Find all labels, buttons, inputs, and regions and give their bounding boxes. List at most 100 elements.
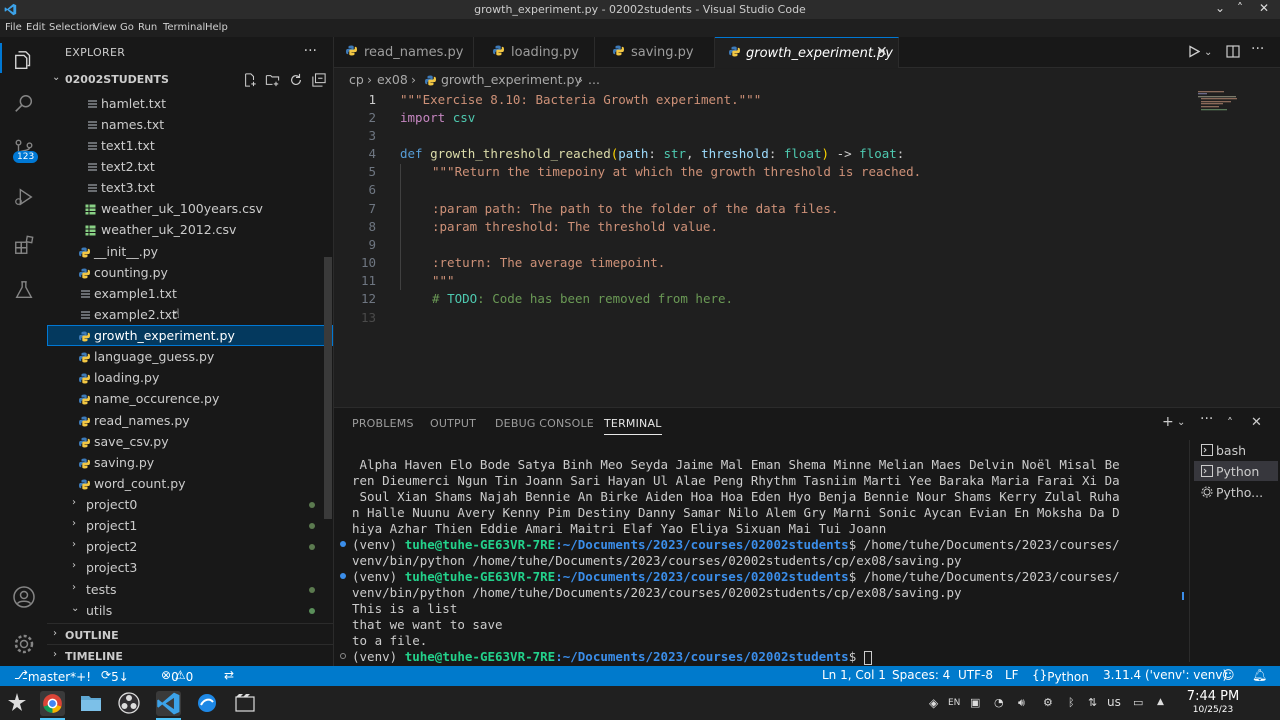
terminal-dropdown-icon[interactable]: ⌄ [1177,417,1185,428]
python-interpreter[interactable]: 3.11.4 ('venv': venv) [1103,668,1227,682]
tab-growth-experiment[interactable]: growth_experiment.py ✕ [715,37,899,68]
notifications-bell-icon[interactable]: 🔔︎ [1252,668,1267,682]
more-actions-icon[interactable]: ··· [304,43,317,59]
tree-file[interactable]: example2.txt ☝ [47,304,333,325]
menu-edit[interactable]: Edit [26,22,45,33]
tab-saving[interactable]: saving.py [595,37,715,68]
tab-read-names[interactable]: read_names.py [334,37,474,68]
breadcrumb-file[interactable]: growth_experiment.py [441,72,582,87]
terminal-python-debug[interactable]: Pytho... [1194,482,1278,502]
git-branch[interactable]: ⎇ master*+! [14,668,91,684]
minimap[interactable] [1198,91,1268,111]
tree-file[interactable]: __init__.py [47,241,333,262]
run-file-icon[interactable] [1188,45,1201,62]
tree-file[interactable]: weather_uk_2012.csv [47,219,333,240]
keyboard-layout[interactable]: us [1107,695,1121,709]
tree-folder-project0[interactable]: › project0 [47,494,333,515]
new-folder-icon[interactable] [265,73,280,91]
tree-file[interactable]: names.txt [47,114,333,135]
encoding[interactable]: UTF-8 [958,668,993,682]
tray-app-icon[interactable]: ◔ [994,696,1004,709]
run-dropdown-icon[interactable]: ⌄ [1204,47,1212,58]
volume-icon[interactable]: 🔊︎ [1018,696,1025,710]
tree-file[interactable]: read_names.py [47,410,333,431]
tree-file[interactable]: saving.py [47,452,333,473]
tree-file[interactable]: example1.txt [47,283,333,304]
tab-loading[interactable]: loading.py [474,37,595,68]
browser-icon[interactable] [195,691,220,716]
settings-gear-icon[interactable] [11,631,36,656]
tree-file-selected[interactable]: growth_experiment.py [47,325,333,346]
collapse-all-icon[interactable] [312,73,326,91]
clock[interactable]: 7:44 PM 10/25/23 [1178,689,1248,715]
chrome-icon[interactable] [40,691,65,716]
indentation[interactable]: Spaces: 4 [892,668,950,682]
breadcrumb-more[interactable]: ... [588,72,600,87]
search-icon[interactable] [11,91,36,116]
git-sync[interactable]: ⟳ 5↓ 1↑ [101,668,129,698]
tree-folder-project2[interactable]: › project2 [47,536,333,557]
timeline-section[interactable]: › TIMELINE [47,644,333,665]
tree-file[interactable]: name_occurence.py [47,388,333,409]
live-share-icon[interactable]: ⇄ [224,668,234,682]
terminal-bash[interactable]: bash [1194,440,1278,460]
obs-icon[interactable] [117,691,142,716]
explorer-icon[interactable] [11,47,36,72]
problems-count[interactable]: ⊗ 0 ⚠ 0 [161,668,193,684]
tree-file[interactable]: counting.py [47,262,333,283]
menu-go[interactable]: Go [120,22,134,33]
tab-debug-console[interactable]: DEBUG CONSOLE [495,417,594,430]
tray-shield-icon[interactable]: ◈ [929,696,938,710]
close-panel-icon[interactable]: ✕ [1251,415,1262,430]
more-actions-icon[interactable]: ··· [1200,411,1213,427]
outline-section[interactable]: › OUTLINE [47,623,333,644]
menu-view[interactable]: View [93,22,117,33]
breadcrumb-cp[interactable]: cp [349,72,364,87]
tree-file[interactable]: text2.txt [47,156,333,177]
cursor-position[interactable]: Ln 1, Col 1 [822,668,886,682]
network-icon[interactable]: ⇅ [1088,696,1097,709]
bluetooth-icon[interactable]: ᛒ [1068,696,1075,709]
tree-file[interactable]: weather_uk_100years.csv [47,198,333,219]
tree-file[interactable]: text1.txt [47,135,333,156]
tree-file[interactable]: hamlet.txt [47,93,333,114]
start-menu-icon[interactable] [6,691,31,716]
new-terminal-icon[interactable]: + [1162,414,1174,430]
end-of-line[interactable]: LF [1005,668,1019,682]
tree-file[interactable]: language_guess.py [47,346,333,367]
account-icon[interactable] [11,584,36,609]
terminal-input[interactable]: (venv) tuhe@tuhe-GE63VR-7RE:~/Documents/… [352,649,872,665]
menu-selection[interactable]: Selection [49,22,95,33]
split-editor-icon[interactable] [1226,45,1240,62]
tray-app-icon[interactable]: ▣ [970,696,980,709]
code-editor[interactable]: 1 2 3 4 5 6 7 8 9 10 11 12 13 """Exercis… [334,91,1280,407]
breadcrumb-ex08[interactable]: ex08 [377,72,408,87]
tree-folder-project1[interactable]: › project1 [47,515,333,536]
show-hidden-icon[interactable]: ▲ [1157,697,1164,707]
sidebar-scrollbar[interactable] [324,257,332,519]
command-decoration[interactable] [340,653,346,659]
more-actions-icon[interactable]: ··· [1251,41,1264,57]
terminal-python[interactable]: Python [1194,461,1278,481]
language-mode[interactable]: {} Python [1032,668,1089,684]
minimize-icon[interactable]: ⌄ [1215,1,1225,15]
tree-file[interactable]: loading.py [47,367,333,388]
extensions-icon[interactable] [11,232,36,257]
tab-terminal[interactable]: TERMINAL [604,417,662,435]
tree-folder-utils[interactable]: ⌄ utils [47,600,333,621]
close-window-icon[interactable]: ✕ [1259,1,1269,15]
tree-file[interactable]: word_count.py [47,473,333,494]
menu-terminal[interactable]: Terminal [163,22,205,33]
vscode-taskbar-icon[interactable] [156,691,181,716]
menu-help[interactable]: Help [205,22,228,33]
close-tab-icon[interactable]: ✕ [876,44,888,60]
new-file-icon[interactable] [243,73,257,91]
refresh-icon[interactable] [289,73,303,91]
tree-folder-project3[interactable]: › project3 [47,557,333,578]
tab-output[interactable]: OUTPUT [430,417,476,430]
testing-flask-icon[interactable] [11,277,36,302]
file-manager-icon[interactable] [79,691,104,716]
tree-file[interactable]: save_csv.py [47,431,333,452]
battery-icon[interactable]: ▭ [1133,696,1143,709]
feedback-icon[interactable]: ☺ [1222,668,1235,682]
